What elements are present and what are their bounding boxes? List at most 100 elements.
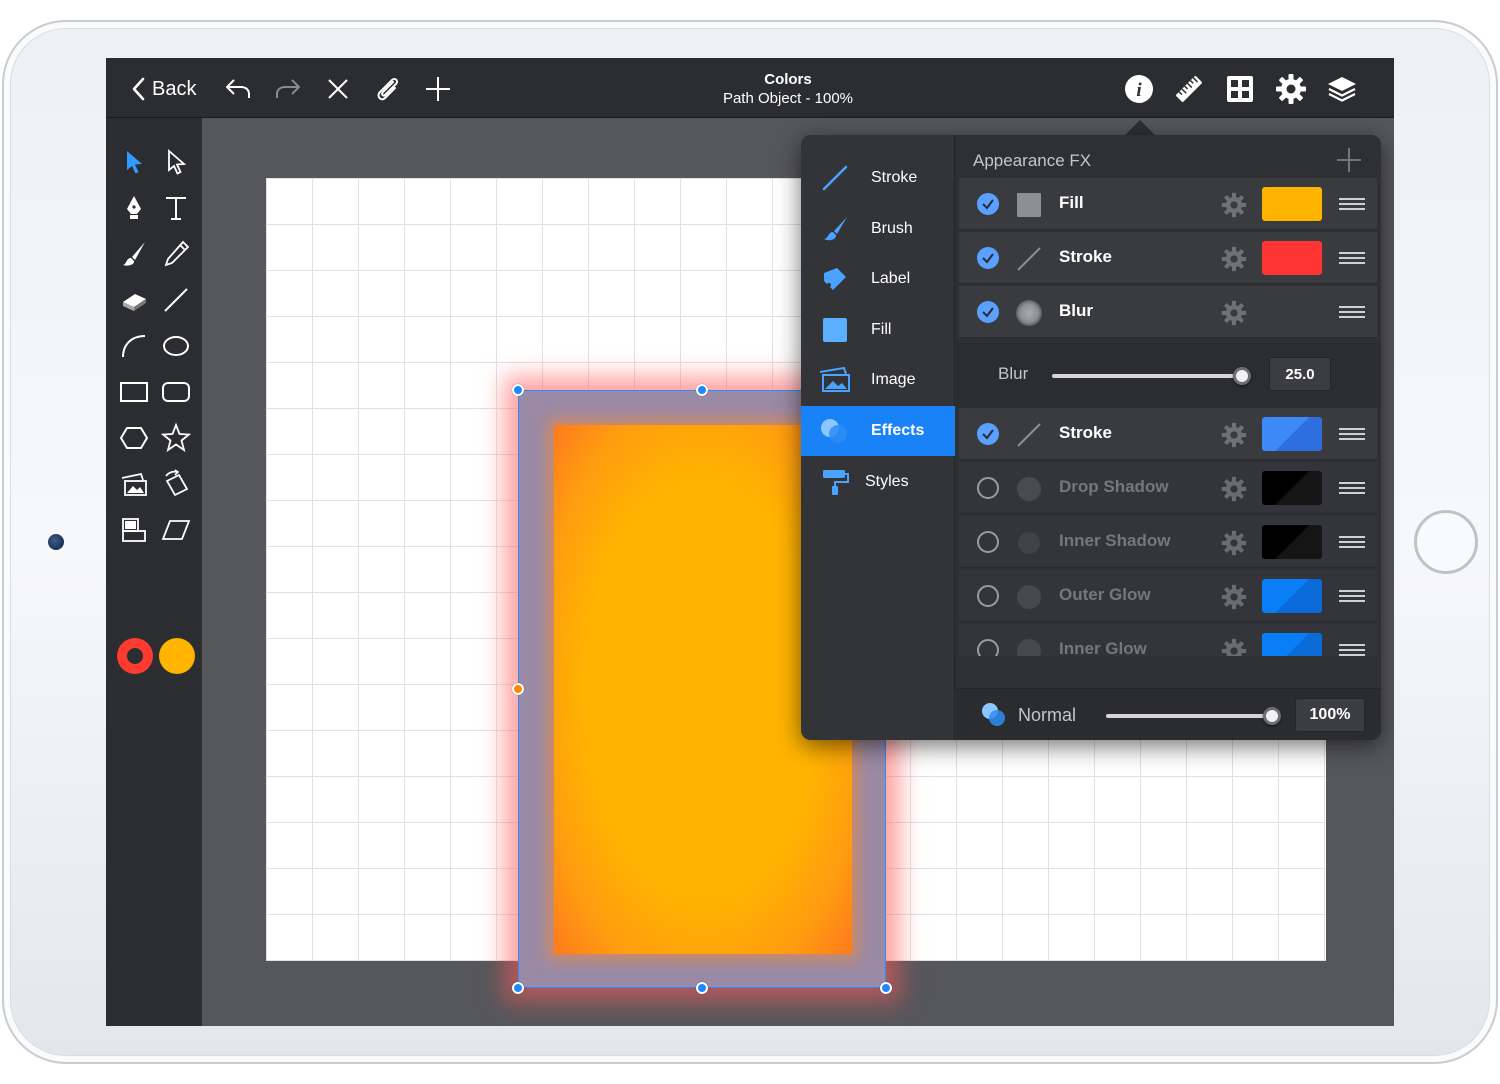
- sidebar-item-image[interactable]: Image: [801, 355, 955, 405]
- blend-mode-label[interactable]: Normal: [1018, 705, 1076, 726]
- handle-bottom-right[interactable]: [880, 982, 892, 994]
- handle-middle-left[interactable]: [512, 683, 524, 695]
- direct-selection-tool[interactable]: [158, 144, 194, 180]
- enable-checkbox[interactable]: [977, 585, 999, 607]
- ellipse-tool[interactable]: [158, 328, 194, 364]
- arrange-tool[interactable]: [116, 512, 152, 548]
- blur-slider-knob[interactable]: [1233, 367, 1251, 385]
- handle-top-left[interactable]: [512, 384, 524, 396]
- fx-settings-button[interactable]: [1221, 476, 1247, 502]
- fx-settings-button[interactable]: [1221, 192, 1247, 218]
- handle-bottom-center[interactable]: [696, 982, 708, 994]
- fx-color-swatch[interactable]: [1262, 417, 1322, 451]
- layers-button[interactable]: [1324, 74, 1360, 104]
- redo-button[interactable]: [270, 74, 306, 104]
- undo-button[interactable]: [220, 74, 256, 104]
- drag-handle-icon[interactable]: [1339, 644, 1365, 656]
- ruler-button[interactable]: [1171, 74, 1207, 104]
- enable-checkbox[interactable]: [977, 639, 999, 656]
- add-button[interactable]: [420, 74, 456, 104]
- fx-color-swatch[interactable]: [1262, 525, 1322, 559]
- fill-color-swatch[interactable]: [159, 638, 195, 674]
- fx-settings-button[interactable]: [1221, 300, 1247, 326]
- image-place-tool[interactable]: [116, 466, 152, 502]
- info-button[interactable]: i: [1121, 74, 1157, 104]
- drag-handle-icon[interactable]: [1339, 198, 1365, 210]
- sidebar-item-label-tag[interactable]: Label: [801, 254, 955, 304]
- eraser-tool[interactable]: [116, 282, 152, 318]
- fx-settings-button[interactable]: [1221, 422, 1247, 448]
- arc-tool[interactable]: [116, 328, 152, 364]
- sidebar-item-stroke[interactable]: Stroke: [801, 153, 955, 203]
- enable-checkbox[interactable]: [977, 531, 999, 553]
- fill-thumbnail-icon: [1015, 191, 1043, 219]
- fx-row-inner-glow[interactable]: Inner Glow: [959, 624, 1377, 656]
- opacity-slider-knob[interactable]: [1263, 707, 1281, 725]
- drag-handle-icon[interactable]: [1339, 482, 1365, 494]
- fx-row-outer-glow[interactable]: Outer Glow: [959, 570, 1377, 622]
- drag-handle-icon[interactable]: [1339, 536, 1365, 548]
- enable-checkbox[interactable]: [977, 423, 999, 445]
- back-button[interactable]: Back: [130, 74, 196, 104]
- sidebar-item-brush[interactable]: Brush: [801, 204, 955, 254]
- line-tool[interactable]: [158, 282, 194, 318]
- fx-settings-button[interactable]: [1221, 584, 1247, 610]
- blend-mode-icon[interactable]: [980, 701, 1008, 729]
- skew-tool[interactable]: [158, 512, 194, 548]
- enable-checkbox[interactable]: [977, 247, 999, 269]
- fx-row-label: Stroke: [1059, 247, 1112, 266]
- fx-settings-button[interactable]: [1221, 530, 1247, 556]
- chevron-left-icon: [132, 77, 145, 101]
- fx-color-swatch[interactable]: [1262, 633, 1322, 656]
- opacity-value-field[interactable]: 100%: [1295, 698, 1365, 732]
- add-effect-button[interactable]: [1334, 145, 1364, 175]
- stroke-color-swatch[interactable]: [117, 638, 153, 674]
- fx-row-blur[interactable]: Blur: [959, 286, 1377, 338]
- fx-row-inner-shadow[interactable]: Inner Shadow: [959, 516, 1377, 568]
- delete-button[interactable]: [320, 74, 356, 104]
- checkmark-icon: [982, 307, 994, 318]
- blur-value-field[interactable]: 25.0: [1269, 357, 1331, 391]
- blur-slider-track[interactable]: [1052, 374, 1242, 378]
- sidebar-item-styles[interactable]: Styles: [801, 457, 955, 507]
- drag-handle-icon[interactable]: [1339, 252, 1365, 264]
- grid-icon: [1227, 76, 1253, 102]
- brush-tool[interactable]: [116, 236, 152, 272]
- rounded-rectangle-tool[interactable]: [158, 374, 194, 410]
- fx-color-swatch[interactable]: [1262, 187, 1322, 221]
- fx-settings-button[interactable]: [1221, 638, 1247, 656]
- fx-color-swatch[interactable]: [1262, 241, 1322, 275]
- handle-top-center[interactable]: [696, 384, 708, 396]
- drag-handle-icon[interactable]: [1339, 428, 1365, 440]
- fx-settings-button[interactable]: [1221, 246, 1247, 272]
- settings-button[interactable]: [1273, 74, 1309, 104]
- enable-checkbox[interactable]: [977, 301, 999, 323]
- home-button[interactable]: [1414, 510, 1478, 574]
- polygon-tool[interactable]: [116, 420, 152, 456]
- drag-handle-icon[interactable]: [1339, 306, 1365, 318]
- arrow-select-icon: [127, 151, 142, 174]
- transform-tool[interactable]: [158, 466, 194, 502]
- fx-row-stroke-2[interactable]: Stroke: [959, 408, 1377, 460]
- pencil-tool[interactable]: [158, 236, 194, 272]
- document-title: Colors Path Object - 100%: [666, 71, 910, 109]
- selection-tool[interactable]: [116, 144, 152, 180]
- attach-button[interactable]: [370, 74, 406, 104]
- star-tool[interactable]: [158, 420, 194, 456]
- fx-row-drop-shadow[interactable]: Drop Shadow: [959, 462, 1377, 514]
- rectangle-tool[interactable]: [116, 374, 152, 410]
- enable-checkbox[interactable]: [977, 477, 999, 499]
- opacity-slider-track[interactable]: [1106, 714, 1272, 718]
- pen-tool[interactable]: [116, 190, 152, 226]
- fx-row-fill[interactable]: Fill: [959, 178, 1377, 230]
- fx-color-swatch[interactable]: [1262, 471, 1322, 505]
- grid-button[interactable]: [1222, 74, 1258, 104]
- enable-checkbox[interactable]: [977, 193, 999, 215]
- sidebar-item-fill[interactable]: Fill: [801, 305, 955, 355]
- text-tool[interactable]: [158, 190, 194, 226]
- sidebar-item-effects[interactable]: Effects: [801, 406, 955, 456]
- drag-handle-icon[interactable]: [1339, 590, 1365, 602]
- fx-row-stroke[interactable]: Stroke: [959, 232, 1377, 284]
- handle-bottom-left[interactable]: [512, 982, 524, 994]
- fx-color-swatch[interactable]: [1262, 579, 1322, 613]
